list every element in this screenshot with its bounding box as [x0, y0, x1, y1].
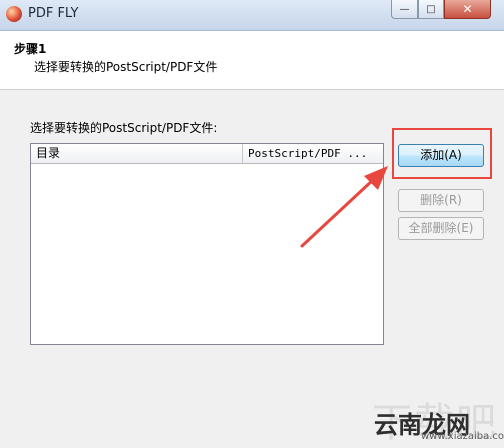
watermark-url: www.xiazaiba.com: [421, 431, 504, 442]
annotation-arrow-icon: [300, 166, 388, 248]
